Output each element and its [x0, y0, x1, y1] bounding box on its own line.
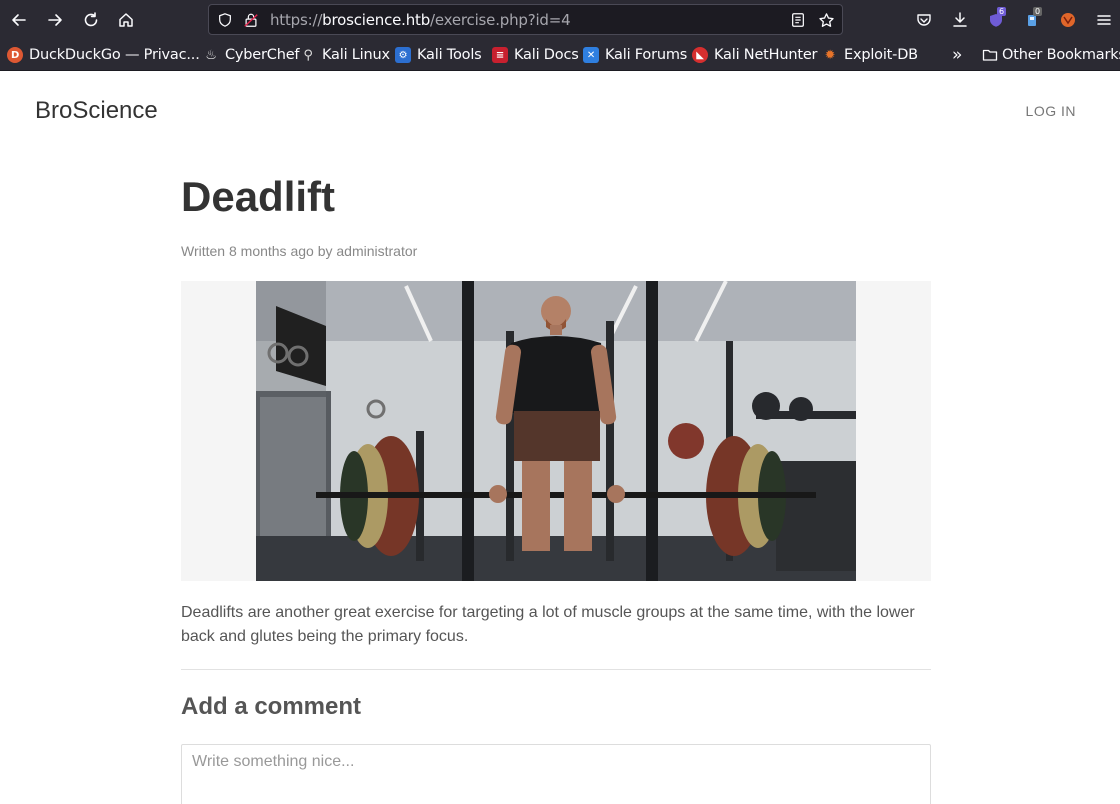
bookmark-label: Kali NetHunter	[714, 47, 818, 63]
bookmark-label: Kali Tools	[417, 47, 482, 63]
deadlift-photo-illustration	[256, 281, 856, 581]
bookmark-kali-docs[interactable]: ≡ Kali Docs	[492, 45, 579, 65]
chevron-double-right-icon: »	[952, 45, 963, 65]
extension-foxyproxy-button[interactable]	[1054, 6, 1082, 34]
other-bookmarks-folder[interactable]: Other Bookmarks	[982, 45, 1120, 65]
bookmark-star-icon[interactable]	[817, 11, 835, 29]
duckduckgo-icon: D	[7, 47, 23, 63]
bookmark-kali-forums[interactable]: ✕ Kali Forums	[583, 45, 687, 65]
bookmark-label: CyberChef	[225, 47, 300, 63]
article-image	[256, 281, 856, 581]
foxyproxy-icon	[1061, 13, 1075, 27]
reload-icon	[84, 12, 98, 27]
back-button[interactable]	[5, 6, 33, 34]
article-body: Deadlifts are another great exercise for…	[181, 604, 915, 645]
home-button[interactable]	[112, 6, 140, 34]
kali-tools-icon: ⚙	[395, 47, 411, 63]
home-icon	[119, 13, 133, 27]
add-comment-heading: Add a comment	[181, 693, 362, 720]
article-meta: Written 8 months ago by administrator	[181, 243, 418, 259]
ublock-badge: 6	[997, 7, 1007, 16]
exploit-db-icon: ✹	[824, 47, 836, 63]
bookmark-label: DuckDuckGo — Privac...	[29, 47, 200, 63]
extension-ublock-button[interactable]: 6	[982, 6, 1010, 34]
bookmarks-overflow-button[interactable]: »	[952, 45, 962, 65]
bookmark-kali-nethunter[interactable]: ◣ Kali NetHunter	[692, 45, 818, 65]
url-text[interactable]: https://broscience.htb/exercise.php?id=4	[270, 11, 571, 29]
bookmark-cyberchef[interactable]: ♨ CyberChef	[203, 45, 299, 65]
kali-docs-icon: ≡	[492, 47, 508, 63]
bookmark-kali-tools[interactable]: ⚙ Kali Tools	[395, 45, 482, 65]
pocket-icon	[917, 14, 931, 26]
forward-button[interactable]	[41, 6, 69, 34]
pocket-button[interactable]	[910, 6, 938, 34]
app-menu-button[interactable]	[1090, 6, 1118, 34]
bookmark-duckduckgo[interactable]: D DuckDuckGo — Privac...	[7, 45, 200, 65]
article-figure	[181, 281, 931, 581]
bookmarks-toolbar: D DuckDuckGo — Privac... ♨ CyberChef ⚲ K…	[0, 39, 1120, 71]
comment-textarea[interactable]	[181, 744, 931, 804]
other-bookmarks-label: Other Bookmarks	[1002, 47, 1120, 63]
cyberchef-icon: ♨	[205, 47, 217, 63]
forward-arrow-icon	[48, 14, 62, 26]
tracking-shield-icon[interactable]	[216, 11, 234, 29]
nethunter-icon: ◣	[692, 47, 708, 63]
downloads-button[interactable]	[946, 6, 974, 34]
reader-view-icon[interactable]	[789, 11, 807, 29]
bookmark-label: Kali Docs	[514, 47, 579, 63]
extension-cookie-button[interactable]: 0	[1018, 6, 1046, 34]
address-bar[interactable]: https://broscience.htb/exercise.php?id=4	[208, 4, 843, 35]
folder-icon	[982, 49, 998, 61]
kali-dragon-icon: ⚲	[303, 47, 313, 63]
hamburger-menu-icon	[1097, 15, 1111, 25]
article-title: Deadlift	[181, 173, 336, 220]
download-icon	[953, 12, 967, 27]
browser-toolbar: https://broscience.htb/exercise.php?id=4…	[0, 0, 1120, 39]
insecure-lock-icon[interactable]	[242, 11, 260, 29]
site-brand-link[interactable]: BroScience	[35, 97, 158, 125]
section-divider	[181, 669, 931, 670]
bookmark-exploit-db[interactable]: ✹ Exploit-DB	[822, 45, 918, 65]
bookmark-label: Exploit-DB	[844, 47, 918, 63]
bookmark-kali-linux[interactable]: ⚲ Kali Linux	[300, 45, 390, 65]
kali-forums-icon: ✕	[583, 47, 599, 63]
site-navbar: BroScience LOG IN	[0, 71, 1120, 151]
bookmark-label: Kali Forums	[605, 47, 688, 63]
bookmark-label: Kali Linux	[322, 47, 390, 63]
cookie-badge: 0	[1033, 7, 1043, 16]
login-link[interactable]: LOG IN	[1026, 103, 1076, 119]
reload-button[interactable]	[77, 6, 105, 34]
back-arrow-icon	[12, 14, 26, 26]
